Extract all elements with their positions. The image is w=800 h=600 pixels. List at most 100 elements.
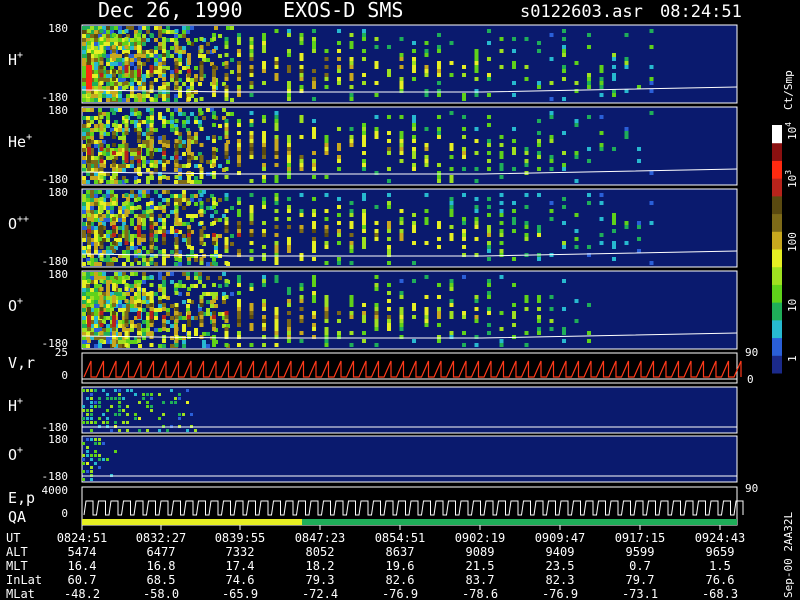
spectro-cell	[149, 331, 154, 335]
spectro-cell	[178, 108, 182, 112]
spectro-cell	[374, 65, 379, 69]
spectro-cell	[437, 33, 441, 37]
ephemeris-label-alt: ALT	[6, 545, 28, 559]
spectro-cell	[178, 202, 182, 206]
spectro-cell	[82, 198, 86, 202]
colorbar-unit: Ct/Smp	[782, 70, 795, 110]
spectro-cell	[90, 421, 93, 424]
spectro-cell	[178, 156, 182, 160]
spectro-cell	[218, 284, 222, 288]
spectro-cell	[94, 316, 98, 320]
spectro-cell	[274, 57, 279, 61]
spectro-cell	[149, 33, 154, 37]
spectro-cell	[299, 193, 304, 197]
spectro-cell	[124, 69, 129, 73]
spectro-cell	[187, 237, 191, 241]
spectro-cell	[82, 226, 86, 230]
spectro-cell	[474, 209, 479, 213]
spectro-cell	[299, 299, 304, 303]
spectro-cell	[112, 167, 116, 171]
spectro-cell	[137, 303, 141, 307]
spectro-cell	[182, 46, 186, 50]
ep-tick-top: 4000	[42, 484, 69, 497]
spectro-cell	[150, 116, 154, 120]
spectro-cell	[224, 249, 229, 253]
spectro-cell	[324, 143, 329, 147]
spectro-cell	[124, 241, 129, 245]
spectro-cell	[138, 344, 142, 348]
spectro-cell	[126, 413, 129, 416]
spectro-cell	[90, 393, 93, 396]
spectro-cell	[82, 296, 86, 300]
spectro-cell	[154, 66, 158, 70]
spectro-cell	[262, 37, 266, 41]
spectro-cell	[187, 319, 191, 323]
spectro-cell	[187, 159, 191, 163]
spectro-cell	[112, 311, 116, 315]
spectro-cell	[154, 292, 158, 296]
spectro-cell	[218, 312, 222, 316]
spectro-cell	[299, 315, 304, 319]
spectro-cell	[399, 279, 404, 283]
spectro-cell	[399, 315, 404, 319]
y-tick-top: 180	[48, 268, 68, 281]
spectro-cell	[162, 295, 166, 299]
spectro-cell	[182, 238, 186, 242]
spectro-cell	[82, 328, 86, 332]
spectro-cell	[106, 458, 109, 461]
spectro-cell	[178, 164, 182, 168]
spectro-cell	[487, 77, 491, 81]
spectro-cell	[512, 257, 516, 261]
spectro-cell	[412, 77, 416, 81]
spectro-cell	[137, 331, 141, 335]
spectro-cell	[299, 77, 304, 81]
spectro-cell	[287, 319, 291, 323]
spectro-cell	[399, 291, 404, 295]
spectro-cell	[122, 292, 126, 296]
spectro-cell	[199, 171, 204, 175]
spectro-cell	[387, 319, 391, 323]
spectro-cell	[87, 315, 91, 319]
spectro-cell	[158, 116, 162, 120]
spectro-cell	[187, 143, 191, 147]
ephemeris-value: 0902:19	[455, 531, 506, 545]
spectro-cell	[94, 272, 98, 276]
spectro-cell	[224, 229, 229, 233]
spectro-cell	[112, 201, 116, 205]
spectro-cell	[524, 233, 529, 237]
spectro-cell	[199, 315, 204, 319]
spectro-cell	[424, 159, 429, 163]
spectro-cell	[487, 241, 491, 245]
spectro-cell	[274, 197, 279, 201]
ephemeris-value: 82.6	[386, 573, 415, 587]
spectro-cell	[337, 65, 341, 69]
spectro-cell	[87, 217, 91, 221]
spectro-cell	[118, 210, 122, 214]
spectro-cell	[212, 171, 216, 175]
spectro-cell	[106, 421, 109, 424]
spectro-cell	[362, 123, 366, 127]
spectro-cell	[574, 213, 579, 217]
spectro-cell	[106, 393, 109, 396]
spectro-cell	[124, 65, 129, 69]
spectro-cell	[86, 206, 90, 210]
spectro-cell	[106, 230, 110, 234]
spectro-cell	[562, 151, 566, 155]
spectro-cell	[424, 311, 429, 315]
spectro-cell	[90, 413, 93, 416]
spectro-cell	[187, 73, 191, 77]
spectro-cell	[149, 229, 154, 233]
spectro-cell	[249, 155, 254, 159]
spectro-cell	[274, 179, 279, 183]
spectro-cell	[124, 81, 129, 85]
velocity-right-top: 90	[745, 346, 758, 359]
spectro-cell	[94, 66, 98, 70]
spectro-cell	[612, 57, 616, 61]
spectro-cell	[512, 221, 516, 225]
spectro-cell	[94, 284, 98, 288]
spectro-cell	[106, 54, 110, 58]
spectro-cell	[612, 73, 616, 77]
spectro-cell	[499, 339, 504, 343]
spectro-cell	[312, 209, 316, 213]
ephemeris-value: 79.3	[306, 573, 335, 587]
